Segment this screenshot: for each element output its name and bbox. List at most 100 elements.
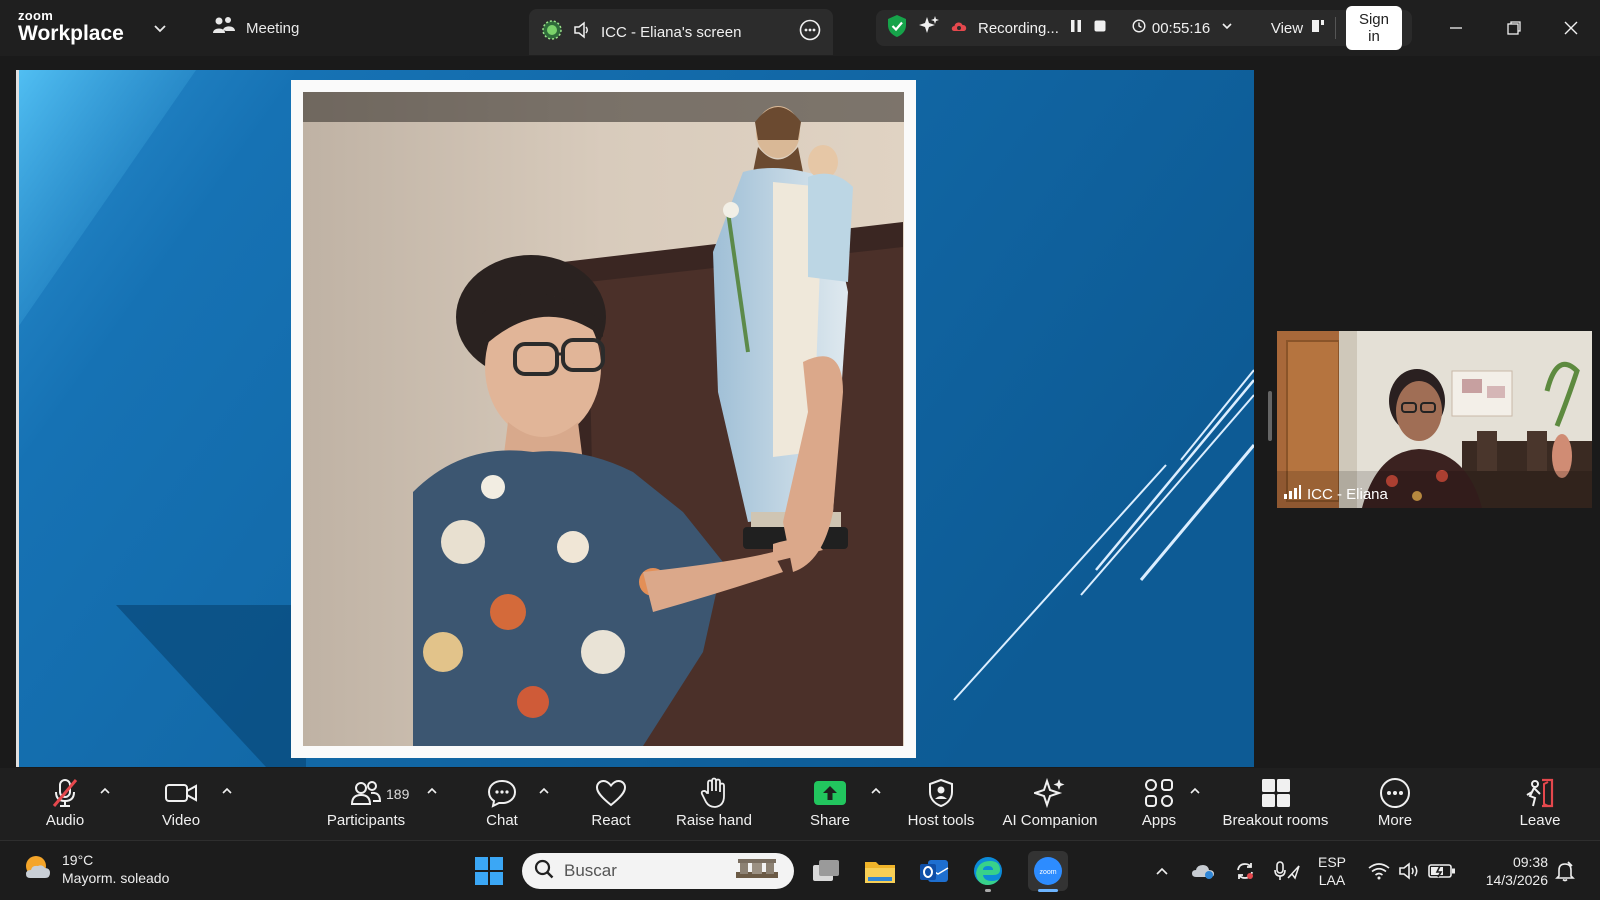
participants-button[interactable]: Participants — [320, 776, 412, 836]
chat-options-caret-icon[interactable] — [538, 784, 550, 796]
pause-recording-button[interactable] — [1069, 18, 1083, 38]
apps-options-caret-icon[interactable] — [1189, 784, 1201, 796]
minimize-button[interactable] — [1442, 14, 1470, 42]
divider — [1335, 17, 1336, 39]
self-video-tile[interactable]: ICC - Eliana — [1277, 331, 1592, 508]
zoom-app-icon[interactable]: zoom — [1028, 851, 1068, 892]
participants-label: Participants — [326, 812, 406, 829]
screen-share-tab[interactable]: ICC - Eliana's screen — [529, 9, 833, 55]
video-camera-icon — [164, 776, 198, 810]
breakout-rooms-label: Breakout rooms — [1222, 812, 1329, 829]
view-button[interactable]: View — [1271, 18, 1325, 38]
sparkle-icon[interactable] — [918, 15, 940, 41]
stop-recording-button[interactable] — [1093, 19, 1107, 37]
tray-chevron-up-icon[interactable] — [1151, 855, 1173, 887]
self-video-feed — [1277, 331, 1592, 508]
meeting-controls: Audio Video Participants 189 Chat React — [0, 768, 1600, 840]
windows-start-icon[interactable] — [473, 855, 505, 887]
panel-resize-handle[interactable] — [1268, 391, 1272, 441]
search-icon — [534, 859, 554, 884]
breakout-rooms-button[interactable]: Breakout rooms — [1218, 776, 1333, 836]
share-options-caret-icon[interactable] — [870, 784, 882, 796]
restore-button[interactable] — [1500, 14, 1528, 42]
volume-icon[interactable] — [1396, 855, 1422, 887]
video-options-caret-icon[interactable] — [221, 784, 233, 796]
input-language-indicator[interactable]: ESP LAA — [1318, 853, 1346, 889]
speaker-icon[interactable] — [573, 21, 591, 43]
clock-icon — [1132, 19, 1146, 37]
audio-options-caret-icon[interactable] — [99, 784, 111, 796]
slide-photo-frame — [291, 80, 916, 758]
edge-browser-icon[interactable] — [972, 855, 1004, 892]
sync-icon[interactable] — [1232, 855, 1258, 887]
chat-button[interactable]: Chat — [480, 776, 524, 836]
chat-label: Chat — [486, 812, 518, 829]
cloud-recording-icon — [950, 19, 968, 37]
taskbar-search[interactable]: Buscar — [522, 853, 794, 889]
leave-door-icon — [1524, 776, 1556, 810]
battery-icon[interactable] — [1427, 855, 1457, 887]
sign-in-button[interactable]: Sign in — [1345, 6, 1402, 50]
partly-sunny-icon — [22, 852, 52, 887]
title-bar: zoom Workplace Meeting ICC - Eliana's sc… — [0, 0, 1600, 56]
file-explorer-icon[interactable] — [864, 855, 896, 887]
notification-bell-icon[interactable] — [1552, 855, 1578, 887]
meeting-tab[interactable]: Meeting — [212, 16, 299, 40]
keyboard-layout: LAA — [1318, 872, 1346, 888]
language-code: ESP — [1318, 854, 1347, 870]
apps-button[interactable]: Apps — [1134, 776, 1184, 836]
audio-button[interactable]: Audio — [40, 776, 90, 836]
more-button[interactable]: More — [1370, 776, 1420, 836]
participants-options-caret-icon[interactable] — [426, 784, 438, 796]
ai-companion-label: AI Companion — [1002, 812, 1098, 829]
shared-screen[interactable] — [16, 70, 1254, 767]
heart-icon — [595, 776, 627, 810]
more-options-icon[interactable] — [799, 19, 821, 45]
close-button[interactable] — [1557, 14, 1585, 42]
shield-icon — [927, 776, 955, 810]
apps-label: Apps — [1141, 812, 1177, 829]
host-tools-button[interactable]: Host tools — [901, 776, 981, 836]
breakout-rooms-icon — [1260, 776, 1292, 810]
clock-time: 09:38 — [1512, 854, 1548, 870]
brand-small: zoom — [18, 8, 54, 23]
shield-check-icon[interactable] — [886, 14, 908, 42]
share-screen-icon — [813, 776, 847, 810]
microphone-in-use-icon[interactable] — [1272, 855, 1302, 887]
share-button[interactable]: Share — [805, 776, 855, 836]
onedrive-icon[interactable] — [1190, 855, 1216, 887]
video-button[interactable]: Video — [156, 776, 206, 836]
people-icon — [212, 15, 236, 41]
chevron-down-icon[interactable] — [152, 20, 168, 36]
raise-hand-label: Raise hand — [676, 812, 752, 829]
svg-text:zoom: zoom — [1039, 869, 1056, 876]
chat-icon — [486, 776, 518, 810]
raise-hand-button[interactable]: Raise hand — [675, 776, 753, 836]
screen-share-label: ICC - Eliana's screen — [601, 23, 742, 41]
self-name-label: ICC - Eliana — [1307, 485, 1388, 503]
meeting-timer: 00:55:16 — [1151, 19, 1211, 37]
timer-chevron-icon[interactable] — [1220, 19, 1234, 37]
outlook-icon[interactable] — [918, 855, 950, 887]
leave-button[interactable]: Leave — [1515, 776, 1565, 836]
zoom-workplace-logo: zoom Workplace — [18, 9, 124, 44]
react-label: React — [591, 812, 631, 829]
weather-widget[interactable]: 19°C Mayorm. soleado — [22, 851, 169, 887]
ai-companion-button[interactable]: AI Companion — [998, 776, 1102, 836]
leave-label: Leave — [1519, 812, 1561, 829]
recording-status: Recording... — [978, 19, 1059, 37]
participants-count: 189 — [386, 786, 410, 802]
brand-large: Workplace — [18, 22, 124, 45]
task-view-icon[interactable] — [810, 855, 842, 887]
participants-icon — [351, 776, 381, 810]
wifi-icon[interactable] — [1366, 855, 1392, 887]
system-clock[interactable]: 09:38 14/3/2026 — [1474, 853, 1548, 889]
react-button[interactable]: React — [586, 776, 636, 836]
clock-date: 14/3/2026 — [1485, 872, 1548, 888]
more-label: More — [1377, 812, 1413, 829]
recording-toolbar: Recording... 00:55:16 View Sign in — [876, 6, 1412, 50]
meeting-tab-label: Meeting — [246, 19, 300, 37]
muted-mic-icon — [50, 776, 80, 810]
weather-temperature: 19°C — [62, 852, 94, 868]
weather-description: Mayorm. soleado — [62, 870, 170, 886]
